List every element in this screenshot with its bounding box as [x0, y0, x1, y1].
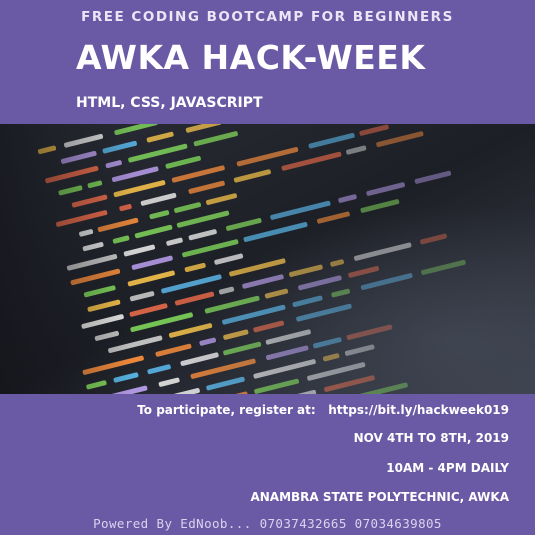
event-dates: NOV 4TH TO 8TH, 2019 [353, 431, 509, 445]
tagline: FREE CODING BOOTCAMP FOR BEGINNERS [81, 9, 454, 25]
credits-contact: Powered By EdNoob... 07037432665 0703463… [93, 516, 442, 531]
technologies-line: HTML, CSS, JAVASCRIPT [76, 95, 263, 111]
poster: FREE CODING BOOTCAMP FOR BEGINNERS AWKA … [0, 0, 535, 535]
event-venue: ANAMBRA STATE POLYTECHNIC, AWKA [250, 490, 509, 504]
register-line: To participate, register at: https://bit… [137, 403, 509, 417]
event-hours: 10AM - 4PM DAILY [386, 461, 509, 475]
code-editor-photo [0, 124, 535, 394]
register-url-link[interactable]: https://bit.ly/hackweek019 [328, 403, 509, 417]
event-title: AWKA HACK-WEEK [76, 38, 426, 77]
register-prefix: To participate, register at: [137, 403, 316, 417]
